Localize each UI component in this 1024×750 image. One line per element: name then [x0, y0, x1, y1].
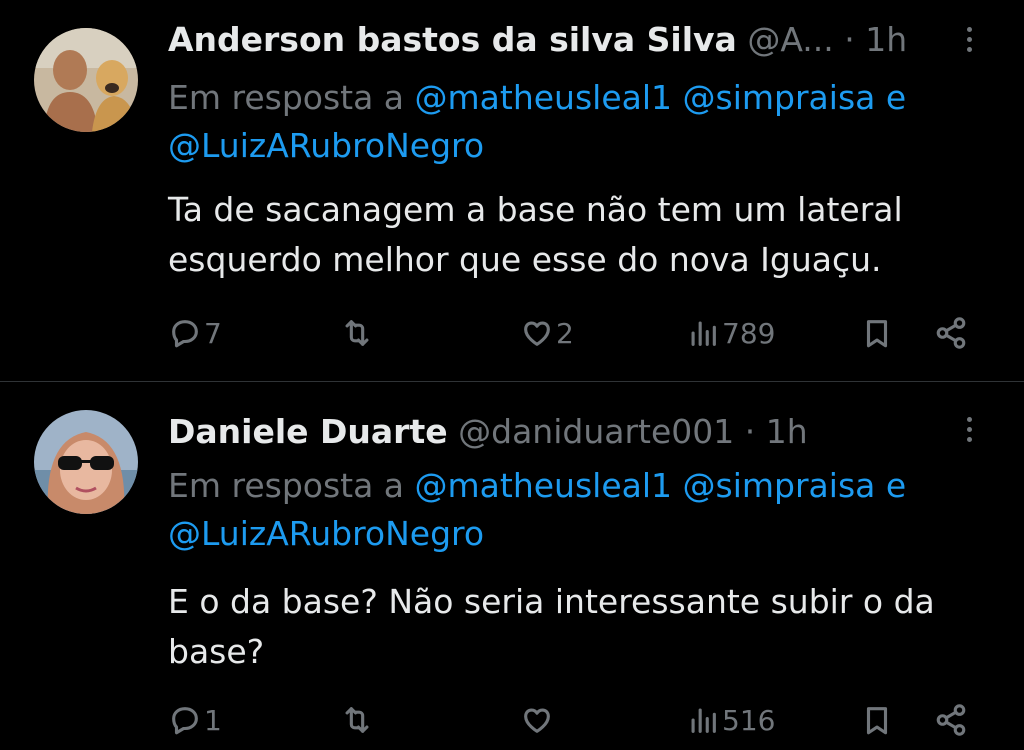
tweet[interactable]: Anderson bastos da silva Silva @A... · 1…	[0, 0, 1024, 381]
reply-conjunction: e	[875, 466, 907, 505]
views-button[interactable]: 516	[686, 700, 775, 740]
reply-icon	[172, 320, 198, 348]
tweet-actions: 1 516	[168, 700, 988, 740]
avatar[interactable]	[34, 410, 138, 514]
like-count: 2	[556, 316, 574, 350]
repost-button[interactable]	[340, 700, 374, 740]
separator-dot: ·	[734, 412, 766, 451]
more-icon[interactable]	[954, 22, 984, 62]
reply-count: 1	[204, 703, 222, 737]
bookmark-button[interactable]	[860, 313, 894, 353]
share-button[interactable]	[934, 700, 968, 740]
repost-button[interactable]	[340, 313, 374, 353]
like-button[interactable]	[520, 700, 556, 740]
like-icon	[524, 321, 550, 346]
tweet-text: Ta de sacanagem a base não tem um latera…	[168, 190, 903, 279]
tweet-header: Anderson bastos da silva Silva @A... · 1…	[168, 18, 907, 62]
tweet-actions: 7 2 789	[168, 313, 988, 353]
author-handle[interactable]: @daniduarte001	[458, 412, 734, 451]
reply-icon	[172, 707, 198, 735]
author-name[interactable]: Daniele Duarte	[168, 412, 448, 451]
reply-prefix: Em resposta a	[168, 466, 415, 505]
tweet[interactable]: Daniele Duarte @daniduarte001 · 1h Em re…	[0, 382, 1024, 750]
share-icon	[936, 704, 966, 736]
repost-icon	[345, 320, 369, 346]
reply-button[interactable]: 1	[168, 700, 222, 740]
reply-context: Em resposta a @matheusleal1 @simpraisa e…	[168, 74, 988, 170]
timestamp[interactable]: 1h	[766, 412, 808, 451]
timestamp[interactable]: 1h	[865, 20, 907, 59]
mention-link[interactable]: @simpraisa	[683, 466, 876, 505]
bookmark-icon	[866, 707, 888, 735]
reply-count: 7	[204, 316, 222, 350]
mention-link[interactable]: @matheusleal1	[415, 466, 673, 505]
repost-icon	[345, 707, 369, 733]
like-icon	[524, 708, 550, 733]
tweet-text: E o da base? Não seria interessante subi…	[168, 582, 935, 671]
mention-link[interactable]: @LuizARubroNegro	[168, 126, 484, 165]
mention-link[interactable]: @LuizARubroNegro	[168, 514, 484, 553]
separator-dot: ·	[833, 20, 866, 59]
views-count: 789	[722, 316, 776, 350]
more-icon[interactable]	[954, 412, 984, 452]
reply-conjunction: e	[875, 78, 907, 117]
views-count: 516	[722, 703, 776, 737]
mention-link[interactable]: @matheusleal1	[415, 78, 673, 117]
avatar[interactable]	[34, 28, 138, 132]
views-icon	[691, 321, 716, 346]
reply-prefix: Em resposta a	[168, 78, 415, 117]
author-handle[interactable]: @A...	[747, 20, 833, 59]
avatar-image	[34, 28, 138, 132]
like-button[interactable]: 2	[520, 313, 574, 353]
share-icon	[936, 317, 966, 349]
views-icon	[691, 708, 716, 733]
bookmark-icon	[866, 320, 888, 348]
reply-button[interactable]: 7	[168, 313, 222, 353]
reply-context: Em resposta a @matheusleal1 @simpraisa e…	[168, 462, 988, 558]
avatar-image	[34, 410, 138, 514]
mention-link[interactable]: @simpraisa	[683, 78, 876, 117]
bookmark-button[interactable]	[860, 700, 894, 740]
tweet-header: Daniele Duarte @daniduarte001 · 1h	[168, 410, 808, 454]
share-button[interactable]	[934, 313, 968, 353]
author-name[interactable]: Anderson bastos da silva Silva	[168, 20, 737, 59]
views-button[interactable]: 789	[686, 313, 775, 353]
